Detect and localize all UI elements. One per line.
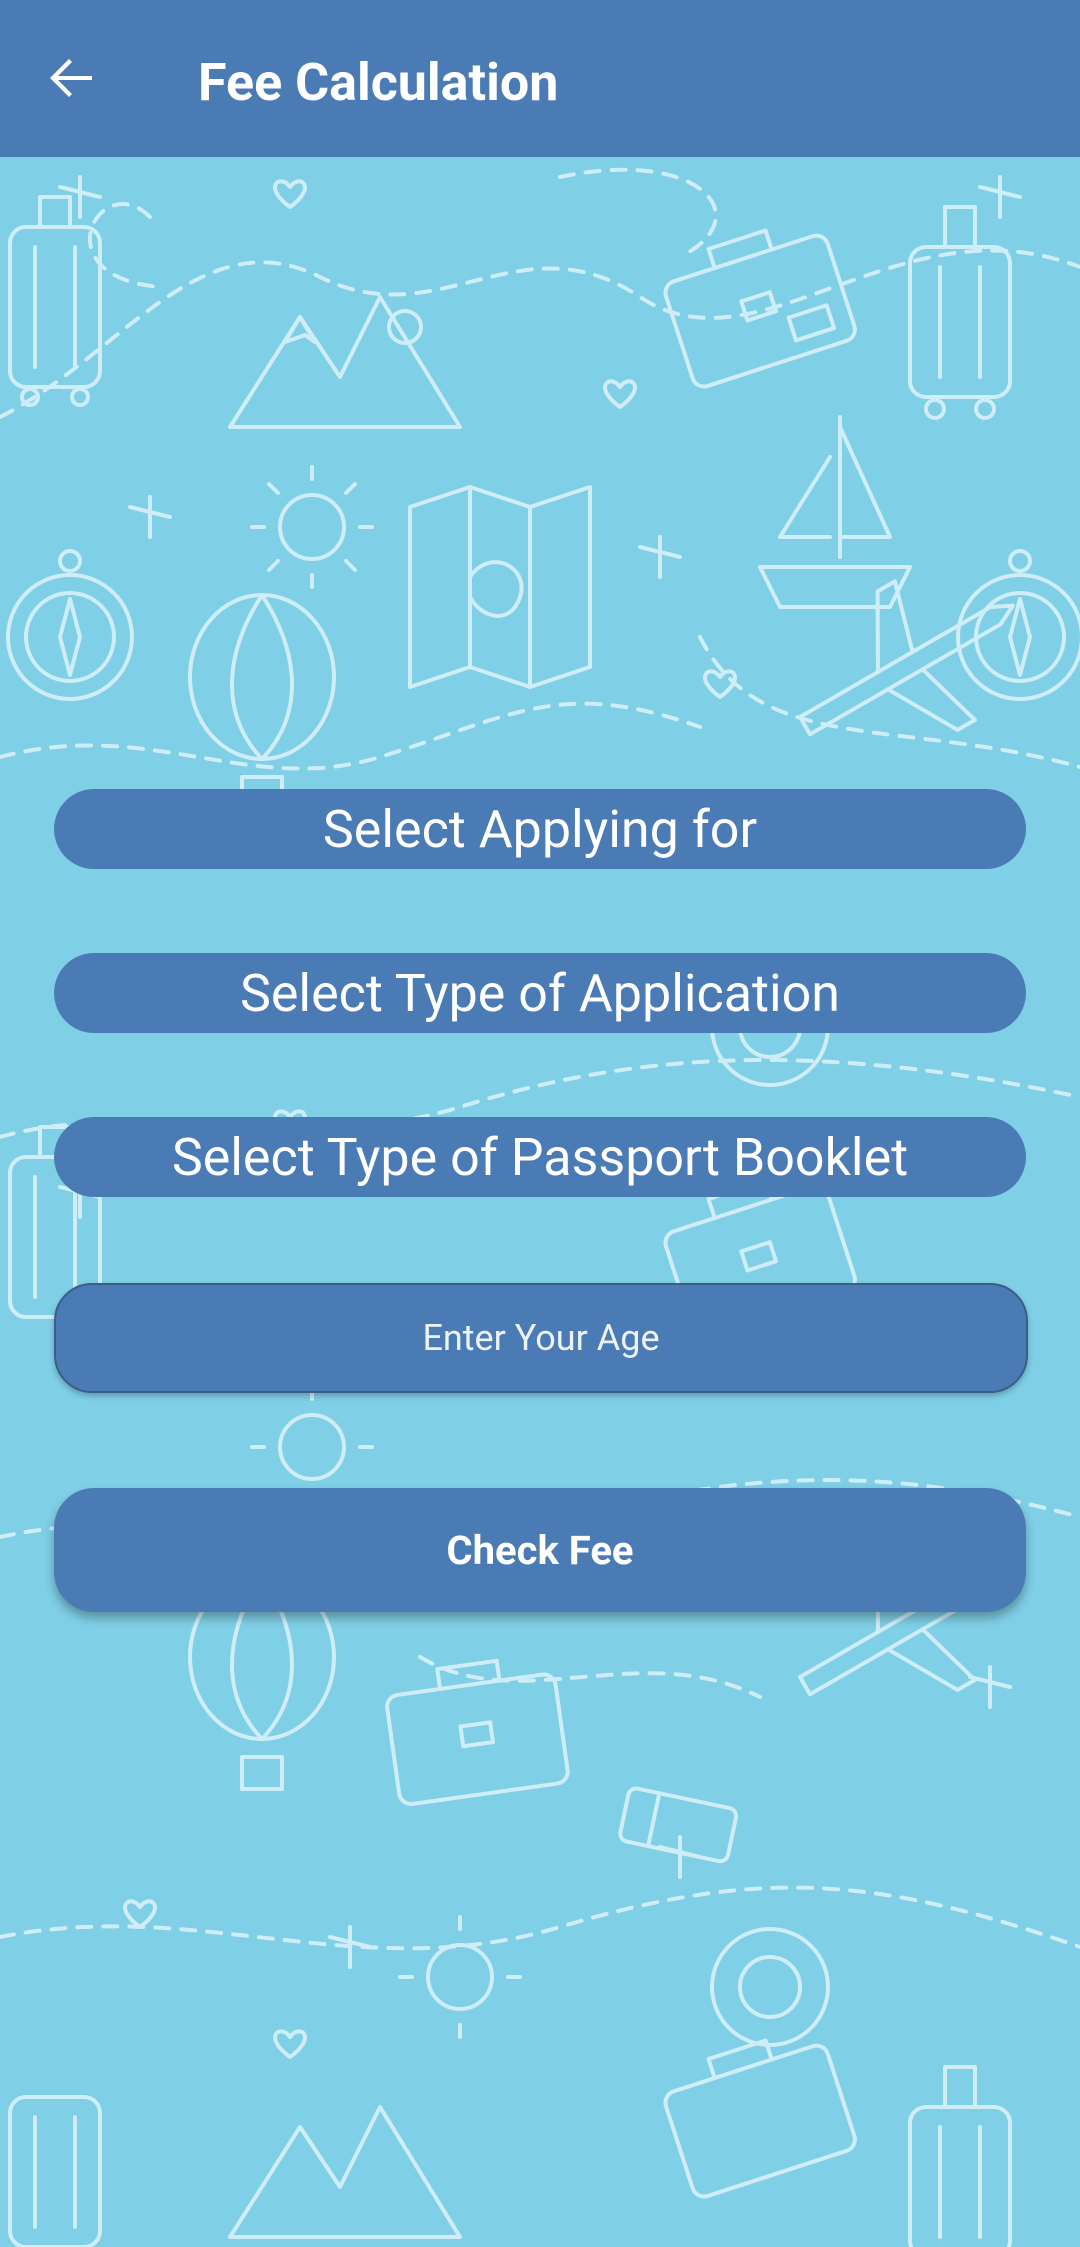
app-bar: Fee Calculation: [0, 0, 1080, 157]
arrow-left-icon: [50, 59, 92, 97]
back-button[interactable]: [42, 48, 102, 108]
fee-calculation-screen: Fee Calculation Select Applying for Sele…: [0, 0, 1080, 2247]
application-type-dropdown[interactable]: Select Type of Application: [54, 953, 1026, 1033]
applying-for-dropdown[interactable]: Select Applying for: [54, 789, 1026, 869]
page-title: Fee Calculation: [198, 52, 559, 113]
age-field-container: [54, 1283, 1028, 1393]
check-fee-button[interactable]: Check Fee: [54, 1488, 1026, 1612]
fee-form: Select Applying for Select Type of Appli…: [0, 0, 1080, 2247]
passport-booklet-type-dropdown[interactable]: Select Type of Passport Booklet: [54, 1117, 1026, 1197]
age-input[interactable]: [56, 1284, 1026, 1392]
